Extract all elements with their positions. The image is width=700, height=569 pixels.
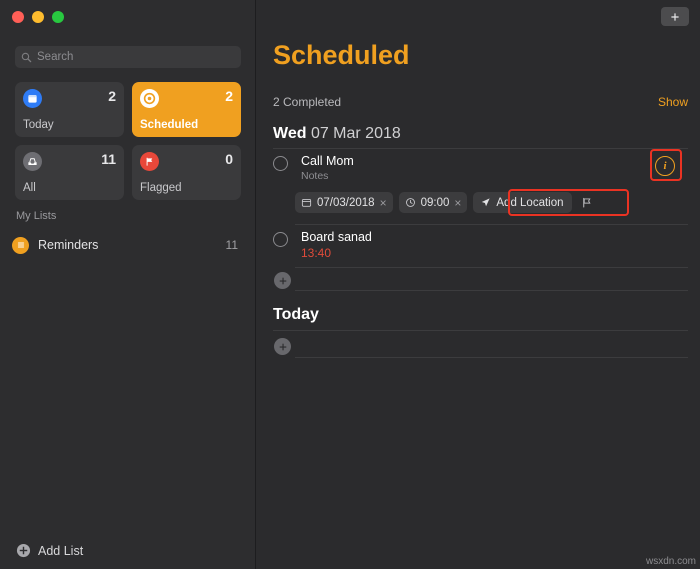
plus-circle-icon [277,341,289,353]
main-panel: Scheduled 2 Completed Show Wed 07 Mar 20… [256,0,700,569]
completed-row: 2 Completed Show [273,95,688,109]
time-chip-clear[interactable]: × [454,197,461,209]
calendar-icon [301,197,312,208]
location-arrow-icon [480,197,491,208]
add-reminder-row-button[interactable] [274,272,291,289]
divider [295,267,688,268]
complete-toggle[interactable] [273,156,288,171]
date-chip-clear[interactable]: × [380,197,387,209]
scheduled-label: Scheduled [140,119,198,131]
flagged-count: 0 [225,151,233,167]
list-count: 11 [226,238,244,252]
search-box[interactable] [15,46,241,68]
plus-icon [669,11,681,23]
reminder-title: Call Mom [301,154,354,168]
scheduled-icon [140,89,159,108]
sidebar-tile-scheduled[interactable]: 2 Scheduled [132,82,241,137]
flag-icon [140,152,159,171]
today-label: Today [23,119,54,131]
today-icon [23,89,42,108]
reminder-title: Board sanad [301,230,372,244]
scheduled-count: 2 [225,88,233,104]
flag-outline-icon[interactable] [580,196,593,209]
today-count: 2 [108,88,116,104]
traffic-lights [12,11,64,23]
time-chip-text: 09:00 [421,197,450,209]
clock-icon [405,197,416,208]
divider [295,357,688,358]
all-icon [23,152,42,171]
flagged-label: Flagged [140,182,182,194]
search-icon [21,52,32,63]
show-completed-link[interactable]: Show [658,95,688,109]
all-label: All [23,182,36,194]
watermark: wsxdn.com [646,556,696,567]
sidebar-tile-flagged[interactable]: 0 Flagged [132,145,241,200]
all-count: 11 [101,151,116,167]
reminder-detail-chips: 07/03/2018 × 09:00 × Add Location [295,192,593,213]
search-input[interactable] [37,51,235,63]
list-name: Reminders [38,238,226,252]
sidebar-tile-all[interactable]: 11 All [15,145,124,200]
sidebar-tile-today[interactable]: 2 Today [15,82,124,137]
add-reminder-row-button-today[interactable] [274,338,291,355]
list-icon [12,237,29,254]
day-weekday: Wed [273,125,306,142]
divider [273,148,688,149]
reminder-notes: Notes [301,170,354,182]
zoom-window-button[interactable] [52,11,64,23]
day-header: Wed 07 Mar 2018 [273,125,401,143]
my-lists-heading: My Lists [16,210,56,222]
add-location-text: Add Location [496,197,563,209]
today-section-header: Today [273,306,319,324]
day-date: 07 Mar 2018 [311,125,401,142]
plus-circle-icon [16,543,31,558]
sidebar: 2 Today 2 Scheduled [0,0,256,569]
reminders-window: 2 Today 2 Scheduled [0,0,700,569]
plus-circle-icon [277,275,289,287]
reminder-row-call-mom[interactable]: Call Mom Notes [273,154,354,182]
date-chip[interactable]: 07/03/2018 × [295,192,393,213]
complete-toggle[interactable] [273,232,288,247]
date-chip-text: 07/03/2018 [317,197,375,209]
info-icon[interactable]: i [655,156,675,176]
minimize-window-button[interactable] [32,11,44,23]
add-list-button[interactable]: Add List [16,543,83,558]
time-chip[interactable]: 09:00 × [399,192,468,213]
sidebar-item-reminders[interactable]: Reminders 11 [12,232,244,258]
add-reminder-button[interactable] [661,7,689,26]
close-window-button[interactable] [12,11,24,23]
page-title: Scheduled [273,40,410,71]
smart-list-tiles: 2 Today 2 Scheduled [15,82,241,200]
add-list-label: Add List [38,544,83,558]
divider [295,290,688,291]
divider [295,224,688,225]
add-location-chip[interactable]: Add Location [473,192,571,213]
reminder-time: 13:40 [301,246,372,260]
divider [273,330,688,331]
reminder-row-board-sanad[interactable]: Board sanad 13:40 [273,230,372,260]
completed-count: 2 Completed [273,95,341,109]
